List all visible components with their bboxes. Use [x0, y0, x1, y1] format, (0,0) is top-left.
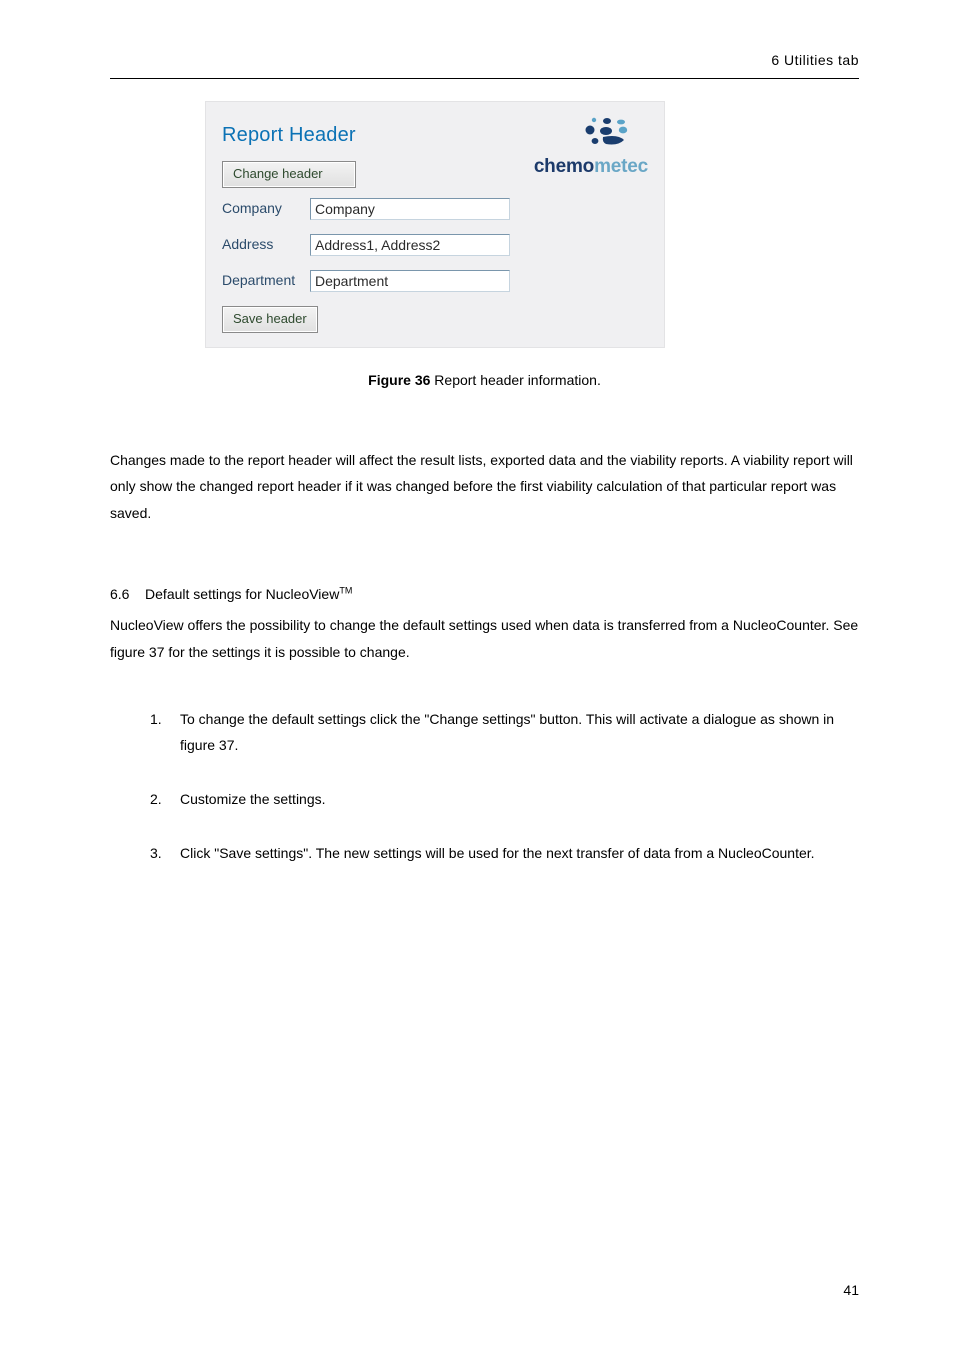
figure-caption-bold: Figure 36: [368, 372, 430, 388]
running-head: 6 Utilities tab: [110, 50, 859, 79]
figure-caption: Figure 36 Report header information.: [110, 370, 859, 392]
department-label: Department: [222, 270, 310, 292]
list-item-body: Click "Save settings". The new settings …: [180, 841, 859, 867]
chemometec-logo: chemometec: [523, 116, 648, 182]
section-title-sup: TM: [339, 586, 352, 596]
list-item-body: Customize the settings.: [180, 787, 859, 813]
list-item: 1. To change the default settings click …: [150, 707, 859, 759]
list-item-body: To change the default settings click the…: [180, 707, 859, 759]
company-input[interactable]: [310, 198, 510, 220]
panel-title: Report Header: [222, 120, 356, 151]
list-item-number: 2.: [150, 787, 180, 813]
list-item: 2. Customize the settings.: [150, 787, 859, 813]
list-item-number: 1.: [150, 707, 180, 733]
section-title: Default settings for NucleoView: [145, 586, 339, 602]
screenshot-figure: Report Header Change header: [205, 101, 665, 348]
report-header-panel: Report Header Change header: [205, 101, 665, 348]
paragraph-1: Changes made to the report header will a…: [110, 447, 859, 527]
list-item-number: 3.: [150, 841, 180, 867]
page-number: 41: [843, 1280, 859, 1302]
logo-text-strong: chemo: [534, 156, 594, 177]
logo-dots-icon: [528, 116, 648, 146]
department-input[interactable]: [310, 270, 510, 292]
paragraph-2: NucleoView offers the possibility to cha…: [110, 612, 859, 665]
company-label: Company: [222, 198, 310, 220]
address-label: Address: [222, 234, 310, 256]
section-heading: 6.6 Default settings for NucleoViewTM: [110, 584, 859, 606]
figure-caption-rest: Report header information.: [430, 372, 600, 388]
ordered-list: 1. To change the default settings click …: [110, 707, 859, 867]
save-header-button[interactable]: Save header: [222, 306, 318, 333]
section-number: 6.6: [110, 586, 129, 602]
address-input[interactable]: [310, 234, 510, 256]
logo-text-light: metec: [594, 156, 648, 177]
list-item: 3. Click "Save settings". The new settin…: [150, 841, 859, 867]
change-header-button[interactable]: Change header: [222, 161, 356, 188]
